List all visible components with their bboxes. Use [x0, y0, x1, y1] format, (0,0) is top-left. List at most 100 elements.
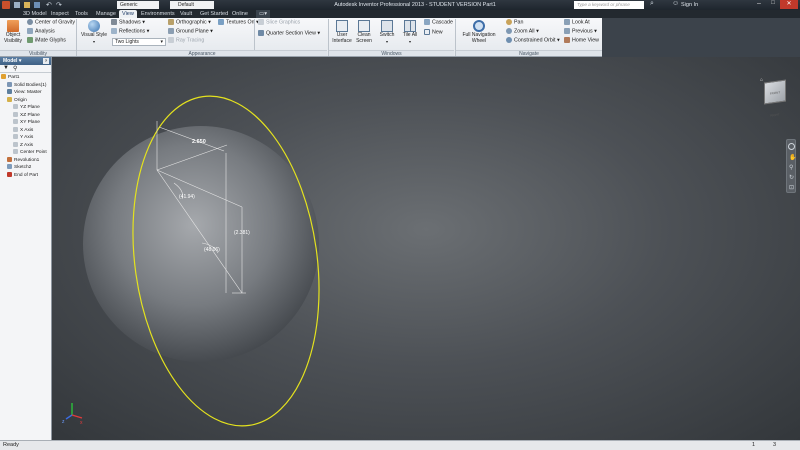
tab-3d-model[interactable]: 3D Model: [20, 10, 50, 18]
full-navigation-wheel-button[interactable]: Full Navigation Wheel: [458, 20, 500, 48]
tab-get-started[interactable]: Get Started: [197, 10, 231, 18]
quarter-section-label: Quarter Section View: [266, 30, 316, 37]
tree-item[interactable]: Sketch2: [7, 164, 31, 171]
tab-environments[interactable]: Environments: [138, 10, 178, 18]
tab-inspect[interactable]: Inspect: [48, 10, 72, 18]
pan-icon[interactable]: ✋: [789, 154, 796, 161]
ground-plane-button[interactable]: Ground Plane ▾: [168, 28, 213, 35]
tree-item[interactable]: YZ Plane: [13, 104, 40, 111]
look-at-icon[interactable]: ⊡: [789, 184, 794, 191]
tree-item[interactable]: View: Master: [7, 89, 42, 96]
home-view-label: Home View: [572, 37, 599, 44]
browser-close-icon[interactable]: ?: [43, 58, 49, 64]
sign-in-link[interactable]: Sign In: [681, 0, 698, 10]
tree-node-icon: [13, 149, 18, 154]
filter-icon[interactable]: ▼: [3, 65, 9, 71]
tree-item[interactable]: XZ Plane: [13, 111, 40, 119]
center-of-gravity-button[interactable]: Center of Gravity: [27, 19, 75, 26]
clean-screen-icon: [358, 20, 370, 32]
undo-icon[interactable]: ↶: [46, 1, 52, 9]
slice-graphics-label: Slice Graphics: [266, 19, 301, 26]
save-icon[interactable]: [34, 2, 40, 8]
appearance-dropdown[interactable]: Default: [170, 1, 214, 9]
shadows-button[interactable]: Shadows ▾: [111, 19, 145, 26]
tree-item-label: End of Part: [14, 172, 38, 178]
open-icon[interactable]: [24, 2, 30, 8]
tree-node-icon: [1, 74, 6, 79]
ray-tracing-label: Ray Tracing: [176, 37, 205, 44]
viewcube[interactable]: FRONT RIGHT: [764, 79, 786, 118]
previous-view-button[interactable]: Previous ▾: [564, 28, 597, 35]
zoom-all-button[interactable]: Zoom All ▾: [506, 28, 539, 35]
tab-tools[interactable]: Tools: [72, 10, 91, 18]
tab-view[interactable]: View: [119, 10, 137, 18]
orthographic-button[interactable]: Orthographic ▾: [168, 19, 211, 26]
tree-node-icon: [7, 81, 12, 87]
visual-style-button[interactable]: Visual Style ▾: [80, 20, 108, 48]
tree-item[interactable]: Origin: [7, 96, 27, 104]
home-view-icon[interactable]: ⌂: [760, 77, 763, 83]
new-icon[interactable]: [14, 2, 20, 8]
slice-graphics-icon: [258, 19, 264, 25]
pan-label: Pan: [514, 19, 524, 26]
tree-item-label: Part1: [8, 74, 20, 80]
textures-on-label: Textures On: [226, 19, 255, 26]
reflections-label: Reflections: [119, 28, 146, 35]
cascade-button[interactable]: Cascade: [424, 19, 453, 26]
tree-item[interactable]: Part1: [1, 74, 19, 81]
tree-node-icon: [13, 111, 18, 117]
reflections-button[interactable]: Reflections ▾: [111, 28, 149, 35]
close-icon[interactable]: ✕: [780, 0, 798, 9]
look-at-button[interactable]: Look At: [564, 19, 590, 26]
tree-item[interactable]: Solid Bodies(1): [7, 81, 47, 89]
find-icon[interactable]: ⚲: [13, 65, 17, 72]
textures-on-button[interactable]: Textures On ▾: [218, 19, 259, 26]
tree-item[interactable]: X Axis: [13, 126, 33, 134]
tree-item[interactable]: End of Part: [7, 171, 38, 179]
user-interface-button[interactable]: User Interface: [331, 20, 353, 48]
tile-all-button[interactable]: Tile All ▾: [400, 20, 420, 48]
previous-icon: [564, 28, 570, 34]
tab-manage[interactable]: Manage: [93, 10, 119, 18]
tree-item[interactable]: Y Axis: [13, 134, 33, 141]
lighting-dropdown[interactable]: Two Lights ▾: [112, 38, 166, 46]
quarter-section-view-button[interactable]: Quarter Section View ▾: [258, 30, 320, 37]
pan-button[interactable]: Pan: [506, 19, 523, 26]
slice-graphics-button[interactable]: Slice Graphics: [258, 19, 300, 26]
app-menu-button[interactable]: [2, 1, 10, 9]
imate-glyphs-button[interactable]: iMate Glyphs: [27, 37, 66, 44]
tab-online[interactable]: Online: [229, 10, 251, 18]
steering-wheel-icon[interactable]: [788, 143, 795, 150]
orbit-icon[interactable]: ↻: [789, 174, 794, 181]
visual-style-icon: [88, 20, 100, 32]
material-dropdown[interactable]: Generic: [117, 1, 159, 9]
tree-item[interactable]: XY Plane: [13, 119, 40, 126]
sphere-body[interactable]: [83, 126, 319, 362]
constrained-orbit-button[interactable]: Constrained Orbit ▾: [506, 37, 560, 44]
search-icon[interactable]: ⌕: [650, 0, 654, 8]
new-window-button[interactable]: New: [424, 29, 443, 36]
ribbon-panel: Object Visibility Center of Gravity Anal…: [0, 18, 602, 57]
tree-item[interactable]: Revolution1: [7, 156, 39, 164]
zoom-icon[interactable]: ⚲: [789, 164, 793, 171]
browser-header[interactable]: Model ▾ ?: [0, 57, 51, 65]
redo-icon[interactable]: ↷: [56, 1, 62, 9]
home-view-button[interactable]: Home View: [564, 37, 599, 44]
tree-item[interactable]: Center Point: [13, 149, 47, 156]
graphics-viewport[interactable]: 2.650 (41.94) (2.381) (48.06) x z FRONT …: [52, 57, 800, 440]
analysis-button[interactable]: Analysis: [27, 28, 55, 35]
ribbon-options-icon[interactable]: ▭▾: [256, 10, 270, 18]
center-of-gravity-label: Center of Gravity: [35, 19, 76, 26]
minimize-icon[interactable]: –: [752, 0, 766, 9]
tab-vault[interactable]: Vault: [177, 10, 195, 18]
maximize-icon[interactable]: □: [766, 0, 780, 9]
ray-tracing-button[interactable]: Ray Tracing: [168, 37, 204, 44]
analysis-icon: [27, 28, 33, 34]
switch-button[interactable]: Switch ▾: [378, 20, 396, 48]
search-input[interactable]: Type a keyword or phrase: [574, 1, 644, 9]
analysis-label: Analysis: [35, 28, 55, 35]
tree-item[interactable]: Z Axis: [13, 141, 33, 149]
object-visibility-button[interactable]: Object Visibility: [2, 20, 24, 48]
clean-screen-button[interactable]: Clean Screen: [354, 20, 374, 48]
user-interface-label: User Interface: [332, 32, 352, 44]
